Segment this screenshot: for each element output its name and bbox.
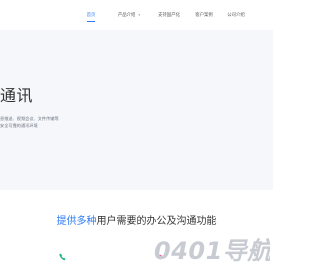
features-title-highlight: 提供多种 [56, 216, 97, 227]
phone-icon[interactable] [56, 250, 70, 264]
hero-banner: 通讯 息推送、视频会议、文件传输等 安全可靠的通讯环境 [0, 30, 273, 190]
nav-item-products[interactable]: 产品介绍 ▾ [112, 9, 146, 21]
svg-text:0401导航库: 0401导航库 [154, 237, 270, 265]
chevron-down-icon: ▾ [138, 13, 141, 17]
page: 首页 产品介绍 ▾ 支持国产化 客户案例 公司介绍 通讯 息推送、视频会议、文件传… [0, 0, 273, 271]
nav-item-localization[interactable]: 支持国产化 [155, 9, 183, 21]
features-title: 提供多种用户需要的办公及沟通功能 [0, 216, 273, 228]
features-title-rest: 用户需要的办公及沟通功能 [96, 216, 217, 227]
nav-item-about[interactable]: 公司介绍 [225, 9, 247, 21]
nav-item-home[interactable]: 首页 [80, 9, 102, 22]
hero-description: 息推送、视频会议、文件传输等 安全可靠的通讯环境 [0, 116, 59, 129]
hero-desc-line: 安全可靠的通讯环境 [0, 122, 38, 128]
hero-title: 通讯 [0, 88, 34, 105]
watermark-logo: 0401导航库 [152, 232, 273, 266]
top-navigation: 首页 产品介绍 ▾ 支持国产化 客户案例 公司介绍 [0, 0, 273, 30]
nav-item-cases[interactable]: 客户案例 [193, 9, 215, 21]
hero-desc-line: 息推送、视频会议、文件传输等 [0, 116, 59, 121]
